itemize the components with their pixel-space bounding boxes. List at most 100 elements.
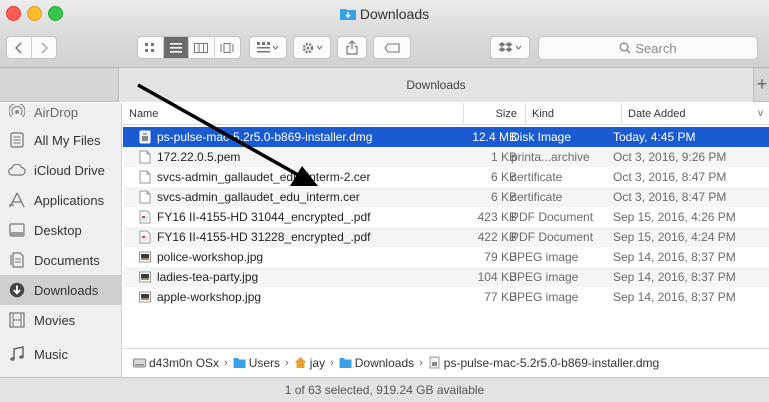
view-mode-control (137, 36, 241, 59)
sidebar-item-movies[interactable]: Movies (0, 305, 121, 335)
desktop-icon (8, 221, 26, 239)
dropbox-button[interactable] (490, 36, 530, 59)
path-segment[interactable]: ps-pulse-mac-5.2r5.0-b869-installer.dmg (428, 356, 659, 370)
arrange-button[interactable] (249, 36, 287, 59)
name-column-header[interactable]: Name (123, 103, 463, 125)
file-name-cell: police-workshop.jpg (139, 247, 469, 267)
tab-downloads[interactable]: Downloads (118, 68, 754, 102)
file-name: police-workshop.jpg (157, 250, 264, 264)
file-size: 423 KB (477, 210, 517, 224)
search-icon (619, 42, 631, 54)
path-segment[interactable]: jay (294, 356, 325, 370)
table-row[interactable]: 172.22.0.5.pem 1 KB printa...archive Oct 3,… (123, 147, 769, 167)
icon-view-button[interactable] (138, 37, 164, 58)
new-tab-button[interactable]: + (755, 68, 769, 102)
path-separator: › (419, 356, 423, 369)
music-icon (8, 345, 26, 363)
table-row[interactable]: police-workshop.jpg 79 KB JPEG image Sep 14… (123, 247, 769, 267)
sidebar-item-label: Applications (34, 192, 105, 208)
sidebar: AirDrop All My Files iCloud Drive Applic… (0, 103, 122, 377)
cover-flow-icon (220, 42, 234, 53)
date-added-label: Date Added (628, 108, 686, 120)
file-size: 77 KB (484, 290, 517, 304)
share-icon (346, 40, 358, 55)
sidebar-item-label: Documents (34, 252, 100, 268)
file-kind: JPEG image (511, 270, 579, 284)
title-bar: Downloads (0, 0, 769, 30)
pdf-icon (139, 210, 151, 224)
sidebar-item-airdrop[interactable]: AirDrop (0, 103, 121, 127)
table-row[interactable]: ps-pulse-mac-5.2r5.0-b869-installer.dmg 1… (123, 127, 769, 147)
file-name-cell: FY16 II-4155-HD 31044_encrypted_.pdf (139, 207, 469, 227)
folder-icon (339, 358, 352, 368)
path-separator: › (330, 356, 334, 369)
sidebar-item-label: AirDrop (34, 104, 79, 120)
file-kind: JPEG image (511, 290, 579, 304)
image-icon (139, 251, 151, 263)
sidebar-item-icloud-drive[interactable]: iCloud Drive (0, 155, 121, 185)
action-button[interactable] (293, 36, 331, 59)
file-name-cell: ladies-tea-party.jpg (139, 267, 469, 287)
sidebar-item-label: All My Files (34, 132, 101, 148)
path-segment[interactable]: Users (233, 356, 280, 370)
file-list: Name Size Kind Date Added v ps-pulse-mac… (123, 103, 769, 348)
table-row[interactable]: ladies-tea-party.jpg 104 KB JPEG image Sep … (123, 267, 769, 287)
sort-chevron-icon: v (758, 108, 763, 119)
column-view-button[interactable] (189, 37, 215, 58)
image-icon (139, 291, 151, 303)
file-date-added: Sep 14, 2016, 8:37 PM (613, 250, 736, 264)
path-segment[interactable]: d43m0n OSx (133, 356, 219, 370)
file-name: ladies-tea-party.jpg (157, 270, 259, 284)
applications-icon (8, 191, 26, 209)
documents-icon (8, 251, 26, 269)
size-column-header[interactable]: Size (463, 103, 525, 125)
chevron-right-icon (41, 41, 48, 54)
list-view-button[interactable] (163, 37, 189, 58)
document-icon (139, 190, 151, 204)
sidebar-item-downloads[interactable]: Downloads (0, 275, 121, 305)
file-kind: Disk Image (511, 130, 572, 144)
table-row[interactable]: svcs-admin_gallaudet_edu_interm.cer 6 KB c… (123, 187, 769, 207)
share-button[interactable] (337, 36, 367, 59)
sidebar-item-desktop[interactable]: Desktop (0, 215, 121, 245)
forward-button[interactable] (32, 37, 56, 58)
toolbar: Search (0, 30, 769, 68)
path-segment-label: d43m0n OSx (149, 355, 220, 370)
tab-bar: Downloads + (0, 68, 769, 102)
file-date-added: Sep 14, 2016, 8:37 PM (613, 290, 736, 304)
cover-flow-view-button[interactable] (215, 37, 240, 58)
document-icon (139, 150, 151, 164)
file-date-added: Oct 3, 2016, 9:26 PM (613, 150, 727, 164)
sidebar-item-documents[interactable]: Documents (0, 245, 121, 275)
sidebar-item-label: iCloud Drive (34, 162, 105, 178)
arrange-grid-icon (257, 41, 279, 52)
table-row[interactable]: FY16 II-4155-HD 31044_encrypted_.pdf 423 … (123, 207, 769, 227)
gear-icon (302, 42, 323, 53)
list-icon (169, 42, 182, 53)
sidebar-item-label: Desktop (34, 222, 82, 238)
edit-tags-button[interactable] (373, 36, 411, 59)
table-row[interactable]: FY16 II-4155-HD 31228_encrypted_.pdf 422 … (123, 227, 769, 247)
file-size: 12.4 MB (472, 130, 517, 144)
pdf-icon (139, 230, 151, 244)
file-kind: PDF Document (511, 230, 594, 244)
sidebar-item-applications[interactable]: Applications (0, 185, 121, 215)
movies-icon (8, 311, 26, 329)
table-row[interactable]: svcs-admin_gallaudet_edu_interm-2.cer 6 K… (123, 167, 769, 187)
file-name: 172.22.0.5.pem (157, 150, 241, 164)
file-name: svcs-admin_gallaudet_edu_interm.cer (157, 190, 360, 204)
path-segment[interactable]: Downloads (339, 356, 414, 370)
file-kind: certificate (511, 190, 563, 204)
hard-drive-icon (133, 358, 146, 368)
back-button[interactable] (7, 37, 32, 58)
table-row[interactable]: apple-workshop.jpg 77 KB JPEG image Sep 14,… (123, 287, 769, 307)
file-kind: JPEG image (511, 250, 579, 264)
search-field[interactable]: Search (538, 36, 758, 60)
date-added-column-header[interactable]: Date Added v (621, 103, 769, 125)
sidebar-item-all-my-files[interactable]: All My Files (0, 125, 121, 155)
kind-column-header[interactable]: Kind (525, 103, 621, 125)
cloud-icon (8, 161, 26, 179)
sidebar-item-music[interactable]: Music (0, 339, 121, 369)
file-name: svcs-admin_gallaudet_edu_interm-2.cer (157, 170, 371, 184)
file-name: ps-pulse-mac-5.2r5.0-b869-installer.dmg (157, 130, 373, 144)
